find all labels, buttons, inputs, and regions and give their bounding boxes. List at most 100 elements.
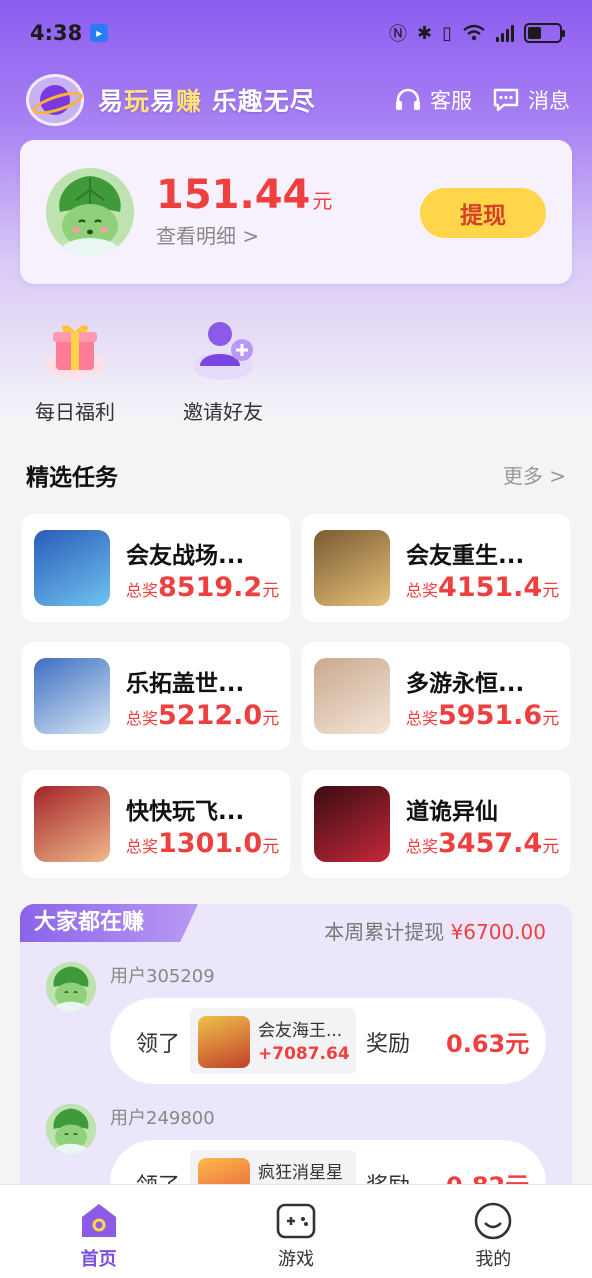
earning-game-name: 疯狂消星星 [258, 1163, 343, 1183]
home-icon [81, 1204, 116, 1237]
task-prize: 总奖5212.0元 [126, 700, 279, 731]
slogan-part: 乐趣无尽 [202, 87, 316, 116]
task-prize-unit: 元 [262, 581, 280, 601]
task-name: 会友战场... [126, 543, 245, 569]
nav-label: 首页 [80, 1249, 117, 1270]
task-name: 会友重生... [406, 543, 525, 569]
weekly-withdraw-amount: ¥6700.00 [450, 920, 546, 944]
quick-entry-label: 邀请好友 [183, 400, 263, 424]
task-prize-value: 3457.4 [438, 828, 543, 859]
quick-entry-invite-friends[interactable]: 邀请好友 [168, 316, 278, 425]
task-card[interactable]: 乐拓盖世... 总奖5212.0元 [22, 642, 290, 750]
task-prize-value: 4151.4 [438, 572, 543, 603]
header-actions: 客服 消息 [394, 85, 570, 115]
task-card[interactable]: 会友重生... 总奖4151.4元 [302, 514, 570, 622]
gamepad-icon [276, 1203, 316, 1239]
planet-logo-icon [40, 85, 70, 115]
game-thumbnail [198, 1016, 250, 1068]
avatar [46, 1104, 96, 1154]
game-thumbnail [314, 786, 390, 862]
task-prize-unit: 元 [262, 837, 280, 857]
game-thumbnail [314, 658, 390, 734]
headset-icon [396, 88, 420, 110]
task-name: 道诡异仙 [406, 799, 498, 825]
smiley-profile-icon [475, 1202, 512, 1240]
quick-entry-daily-welfare[interactable]: 每日福利 [20, 316, 130, 425]
task-card[interactable]: 会友战场... 总奖8519.2元 [22, 514, 290, 622]
task-prize: 总奖1301.0元 [126, 828, 279, 859]
nav-label: 我的 [475, 1249, 512, 1270]
slogan-part: 易 [98, 87, 125, 116]
quick-entry-label: 每日福利 [35, 400, 115, 424]
game-thumbnail [34, 658, 110, 734]
earning-panel-title: 大家都在赚 [20, 904, 198, 942]
nav-label: 游戏 [277, 1249, 314, 1270]
task-prize-unit: 元 [542, 837, 560, 857]
game-thumbnail [314, 530, 390, 606]
withdraw-button[interactable]: 提现 [420, 188, 546, 238]
invite-friend-icon [190, 316, 256, 382]
task-prize-unit: 元 [542, 709, 560, 729]
status-right: Ⓝ ✱ ▯ [389, 20, 565, 46]
vibrate-icon: ▯ [442, 22, 452, 44]
task-prize-value: 5951.6 [438, 700, 543, 731]
app-slogan: 易玩易赚 乐趣无尽 [98, 82, 316, 118]
task-card[interactable]: 快快玩飞... 总奖1301.0元 [22, 770, 290, 878]
gift-icon [42, 316, 108, 382]
task-prize: 总奖5951.6元 [406, 700, 559, 731]
task-prize-unit: 元 [262, 709, 280, 729]
task-card[interactable]: 道诡异仙总奖3457.4元 [302, 770, 570, 878]
nav-home[interactable]: 首页 [0, 1185, 197, 1278]
customer-service-label: 客服 [430, 89, 472, 113]
user-avatar[interactable] [46, 168, 134, 256]
signal-icon [496, 24, 514, 42]
earning-bubble[interactable]: 领了 会友海王... +7087.64 奖励 0.63元 [110, 998, 546, 1084]
section-title: 精选任务 [26, 465, 118, 491]
slogan-part: 易 [150, 87, 177, 116]
task-prize-value: 8519.2 [158, 572, 263, 603]
slogan-part-highlight: 赚 [176, 87, 203, 116]
status-bar: 4:38 ▸ Ⓝ ✱ ▯ [0, 0, 592, 66]
balance-detail-link[interactable]: 查看明细 > [156, 220, 259, 249]
messages-label: 消息 [528, 89, 570, 113]
avatar [46, 962, 96, 1012]
game-thumbnail [34, 786, 110, 862]
leaf-mascot-avatar-icon [46, 168, 134, 256]
customer-service-button[interactable]: 客服 [394, 85, 472, 115]
nav-mine[interactable]: 我的 [395, 1185, 592, 1278]
nfc-icon: Ⓝ [389, 24, 407, 45]
slogan-part-highlight: 玩 [124, 87, 151, 116]
earning-user-name: 用户249800 [110, 1108, 215, 1129]
wifi-icon [463, 24, 485, 41]
task-prize: 总奖8519.2元 [126, 572, 279, 603]
everyone-earning-panel: 大家都在赚 本周累计提现 ¥6700.00 用户305209 领了 会友海王..… [20, 904, 572, 1204]
earning-game-name: 会友海王... [258, 1021, 343, 1041]
balance-amount: 151.44 元 [156, 172, 332, 218]
task-prize-value: 1301.0 [158, 828, 263, 859]
earning-record: 用户305209 领了 会友海王... +7087.64 奖励 0.63元 [46, 962, 546, 1102]
nav-games[interactable]: 游戏 [197, 1185, 394, 1278]
task-prize-prefix: 总奖 [406, 837, 439, 856]
task-prize-value: 5212.0 [158, 700, 263, 731]
earning-got-label: 领了 [136, 1032, 181, 1057]
game-thumbnail [34, 530, 110, 606]
balance-unit: 元 [312, 189, 333, 213]
task-prize-prefix: 总奖 [126, 837, 159, 856]
earning-money: 0.63元 [446, 1030, 530, 1058]
bottom-navigation: 首页 游戏 我的 [0, 1184, 592, 1278]
weekly-withdraw-summary: 本周累计提现 ¥6700.00 [324, 916, 546, 945]
task-name: 乐拓盖世... [126, 671, 245, 697]
task-prize: 总奖3457.4元 [406, 828, 559, 859]
balance-card: 151.44 元 查看明细 > 提现 [20, 140, 572, 284]
task-prize: 总奖4151.4元 [406, 572, 559, 603]
bluetooth-icon: ✱ [417, 22, 433, 44]
more-tasks-link[interactable]: 更多 > [503, 460, 566, 489]
task-card[interactable]: 多游永恒... 总奖5951.6元 [302, 642, 570, 750]
task-prize-prefix: 总奖 [406, 581, 439, 600]
balance-value: 151.44 [156, 172, 311, 218]
task-prize-prefix: 总奖 [126, 709, 159, 728]
earning-game-chip[interactable]: 会友海王... +7087.64 [190, 1008, 356, 1074]
messages-button[interactable]: 消息 [492, 85, 570, 115]
earning-reward-label: 奖励 [366, 1032, 411, 1057]
task-name: 多游永恒... [406, 671, 525, 697]
